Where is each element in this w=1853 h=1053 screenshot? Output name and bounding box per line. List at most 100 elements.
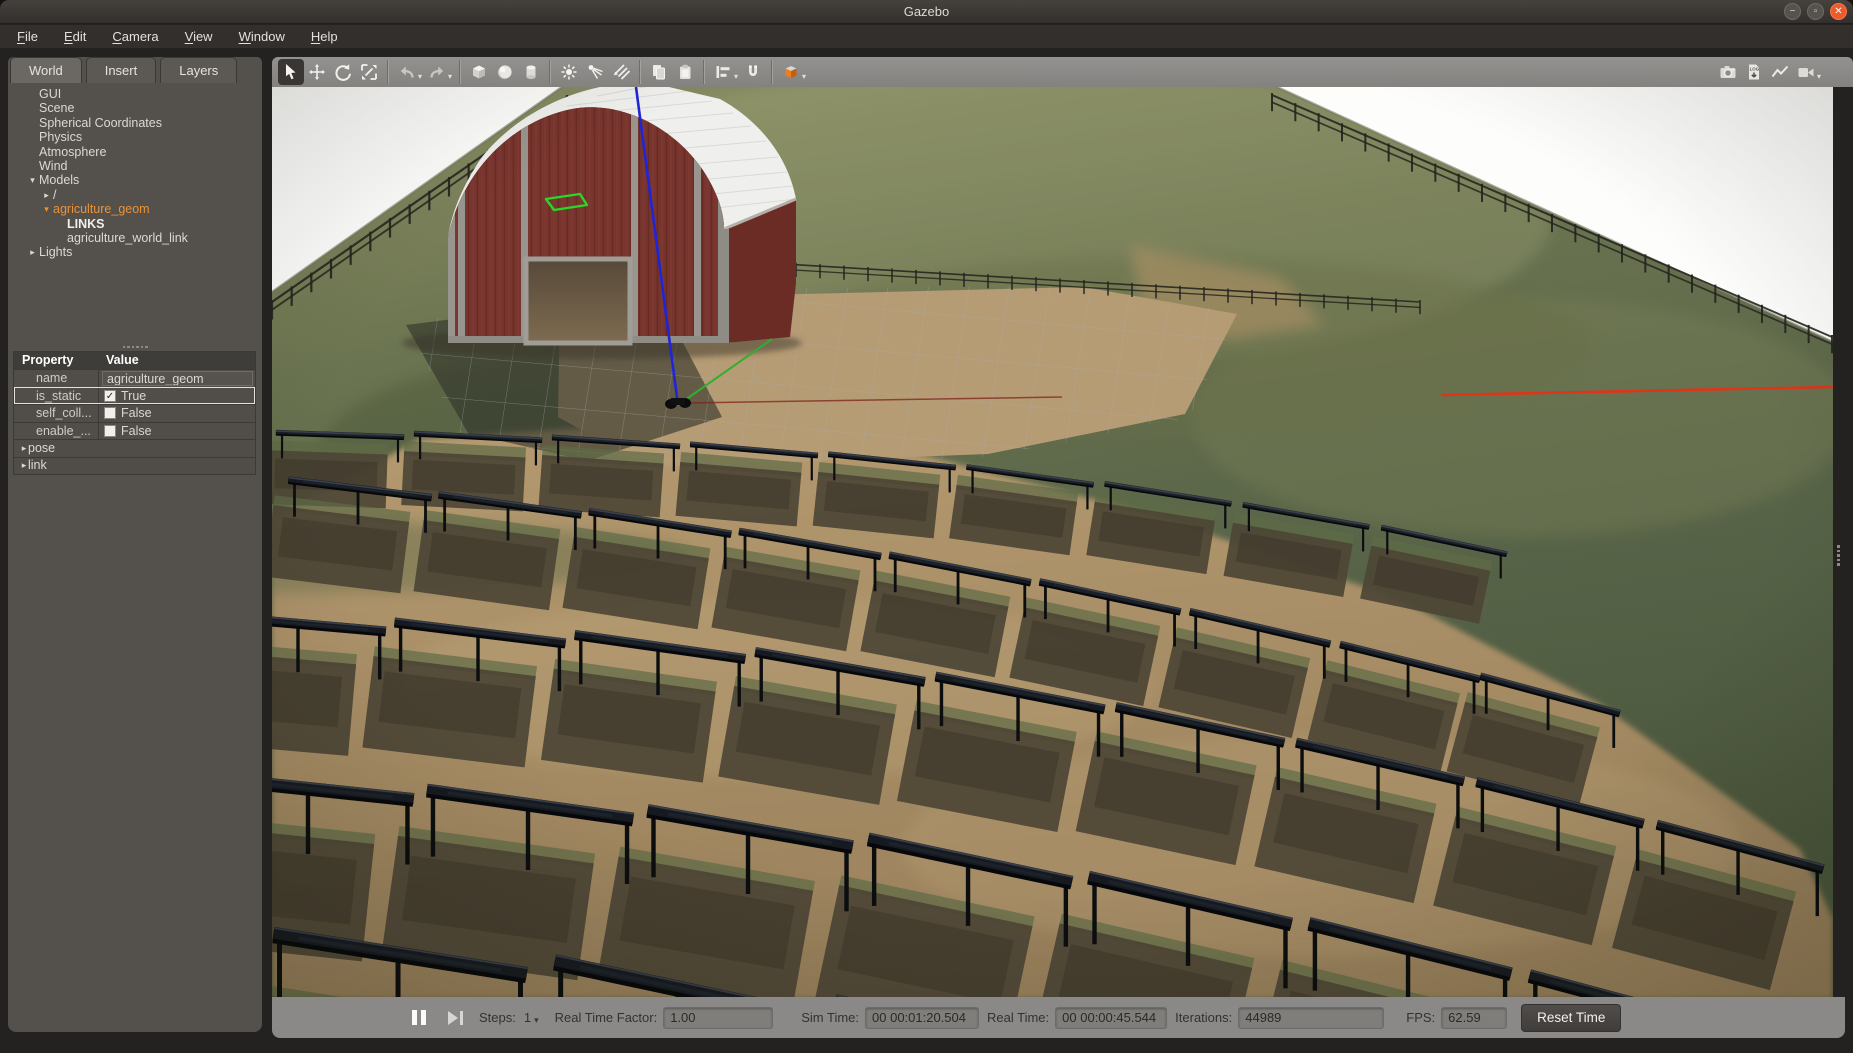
tree-item-lights[interactable]: ▸Lights <box>10 245 260 259</box>
tree-item-wind[interactable]: Wind <box>10 159 260 173</box>
snap-button[interactable] <box>740 59 766 85</box>
property-value: False <box>98 405 255 422</box>
svg-text:LOG: LOG <box>1750 67 1760 72</box>
group-expander-icon[interactable]: ▸ <box>14 440 28 457</box>
tree-expander-icon[interactable]: ▸ <box>40 188 53 202</box>
property-label: enable_... <box>14 423 98 440</box>
maximize-button[interactable]: ▫ <box>1807 3 1824 20</box>
video-record-button[interactable] <box>1793 59 1819 85</box>
spot-light-button[interactable] <box>582 59 608 85</box>
menu-file[interactable]: File <box>4 25 51 48</box>
right-panel-splitter[interactable] <box>1837 545 1845 566</box>
tab-insert[interactable]: Insert <box>86 57 157 83</box>
property-row-self-coll-: self_coll...False <box>14 404 255 422</box>
copy-icon <box>650 63 668 81</box>
select-mode-icon <box>282 63 300 81</box>
menu-window[interactable]: Window <box>226 25 298 48</box>
tree-item-agriculture-geom[interactable]: ▾agriculture_geom <box>10 202 260 216</box>
tree-item-label: Atmosphere <box>39 145 106 159</box>
checkbox[interactable] <box>104 407 116 419</box>
group-expander-icon[interactable]: ▸ <box>14 457 28 474</box>
align-button[interactable] <box>710 59 736 85</box>
toolbar-separator <box>639 60 641 84</box>
iterations-value[interactable]: 44989 <box>1238 1007 1384 1029</box>
view-angle-button[interactable] <box>778 59 804 85</box>
snap-icon <box>744 63 762 81</box>
tree-item-models[interactable]: ▾Models <box>10 173 260 187</box>
step-button[interactable] <box>448 1011 463 1025</box>
menu-edit[interactable]: Edit <box>51 25 99 48</box>
property-table: PropertyValuename agriculture_geom is_stat… <box>13 351 256 475</box>
close-button[interactable]: ✕ <box>1830 3 1847 20</box>
property-label: is_static <box>14 388 98 405</box>
toolbar-separator <box>459 60 461 84</box>
rtf-value[interactable]: 1.00 <box>663 1007 773 1029</box>
copy-button[interactable] <box>646 59 672 85</box>
checkbox-label: False <box>121 405 152 421</box>
translate-mode-button[interactable] <box>304 59 330 85</box>
tree-expander-icon[interactable]: ▾ <box>40 202 53 216</box>
spot-light-icon <box>586 63 604 81</box>
checkbox[interactable]: ✓ <box>104 390 116 402</box>
checkbox-label: True <box>121 388 146 404</box>
title-bar[interactable]: Gazebo − ▫ ✕ <box>0 0 1853 24</box>
tree-item-spherical-coordinates[interactable]: Spherical Coordinates <box>10 116 260 130</box>
property-label: name <box>14 370 98 387</box>
tab-world[interactable]: World <box>10 57 82 83</box>
cylinder-button[interactable] <box>518 59 544 85</box>
tree-expander-icon[interactable]: ▾ <box>26 173 39 187</box>
select-mode-button[interactable] <box>278 59 304 85</box>
fps-value[interactable]: 62.59 <box>1441 1007 1507 1029</box>
value-field[interactable]: agriculture_geom <box>102 371 253 386</box>
screenshot-button[interactable] <box>1715 59 1741 85</box>
tree-item--[interactable]: ▸/ <box>10 188 260 202</box>
box-button[interactable] <box>466 59 492 85</box>
property-table-header: PropertyValue <box>14 352 255 369</box>
scene-render <box>272 87 1833 997</box>
plot-icon <box>1771 63 1789 81</box>
sphere-button[interactable] <box>492 59 518 85</box>
undo-button[interactable] <box>394 59 420 85</box>
3d-viewport[interactable] <box>272 87 1833 997</box>
tree-item-atmosphere[interactable]: Atmosphere <box>10 145 260 159</box>
tree-item-label: Models <box>39 173 79 187</box>
tree-item-agriculture-world-link[interactable]: agriculture_world_link <box>10 231 260 245</box>
pause-button[interactable] <box>412 1010 426 1025</box>
property-group-pose[interactable]: ▸pose <box>14 439 255 457</box>
tree-item-links[interactable]: LINKS <box>10 217 260 231</box>
tree-item-gui[interactable]: GUI <box>10 87 260 101</box>
scale-mode-button[interactable] <box>356 59 382 85</box>
sim-time-value[interactable]: 00 00:01:20.504 <box>865 1007 979 1029</box>
real-time-label: Real Time: <box>987 1010 1049 1025</box>
reset-time-button[interactable]: Reset Time <box>1521 1004 1621 1032</box>
menu-help[interactable]: Help <box>298 25 351 48</box>
soil-bed <box>362 646 537 767</box>
property-group-link[interactable]: ▸link <box>14 457 255 475</box>
soil-bed <box>272 640 357 756</box>
tree-item-label: LINKS <box>67 217 105 231</box>
tab-layers[interactable]: Layers <box>160 57 237 83</box>
rotate-mode-button[interactable] <box>330 59 356 85</box>
tree-item-label: agriculture_geom <box>53 202 150 216</box>
minimize-button[interactable]: − <box>1784 3 1801 20</box>
steps-caret-icon[interactable]: ▾ <box>534 1015 539 1026</box>
toolbar: ▾▾▾▾ LOG▾ <box>272 57 1853 87</box>
tree-expander-icon[interactable]: ▸ <box>26 245 39 259</box>
cylinder-icon <box>522 63 540 81</box>
paste-button[interactable] <box>672 59 698 85</box>
menu-camera[interactable]: Camera <box>99 25 171 48</box>
point-light-button[interactable] <box>556 59 582 85</box>
plot-button[interactable] <box>1767 59 1793 85</box>
tree-item-physics[interactable]: Physics <box>10 130 260 144</box>
tree-item-scene[interactable]: Scene <box>10 101 260 115</box>
panel-splitter[interactable] <box>8 343 262 351</box>
real-time-value[interactable]: 00 00:00:45.544 <box>1055 1007 1167 1029</box>
log-record-button[interactable]: LOG <box>1741 59 1767 85</box>
redo-button[interactable] <box>424 59 450 85</box>
checkbox[interactable] <box>104 425 116 437</box>
tree-item-label: Spherical Coordinates <box>39 116 162 130</box>
steps-value[interactable]: 1 <box>524 1010 531 1025</box>
directional-light-button[interactable] <box>608 59 634 85</box>
tree-item-label: / <box>53 188 56 202</box>
menu-view[interactable]: View <box>172 25 226 48</box>
